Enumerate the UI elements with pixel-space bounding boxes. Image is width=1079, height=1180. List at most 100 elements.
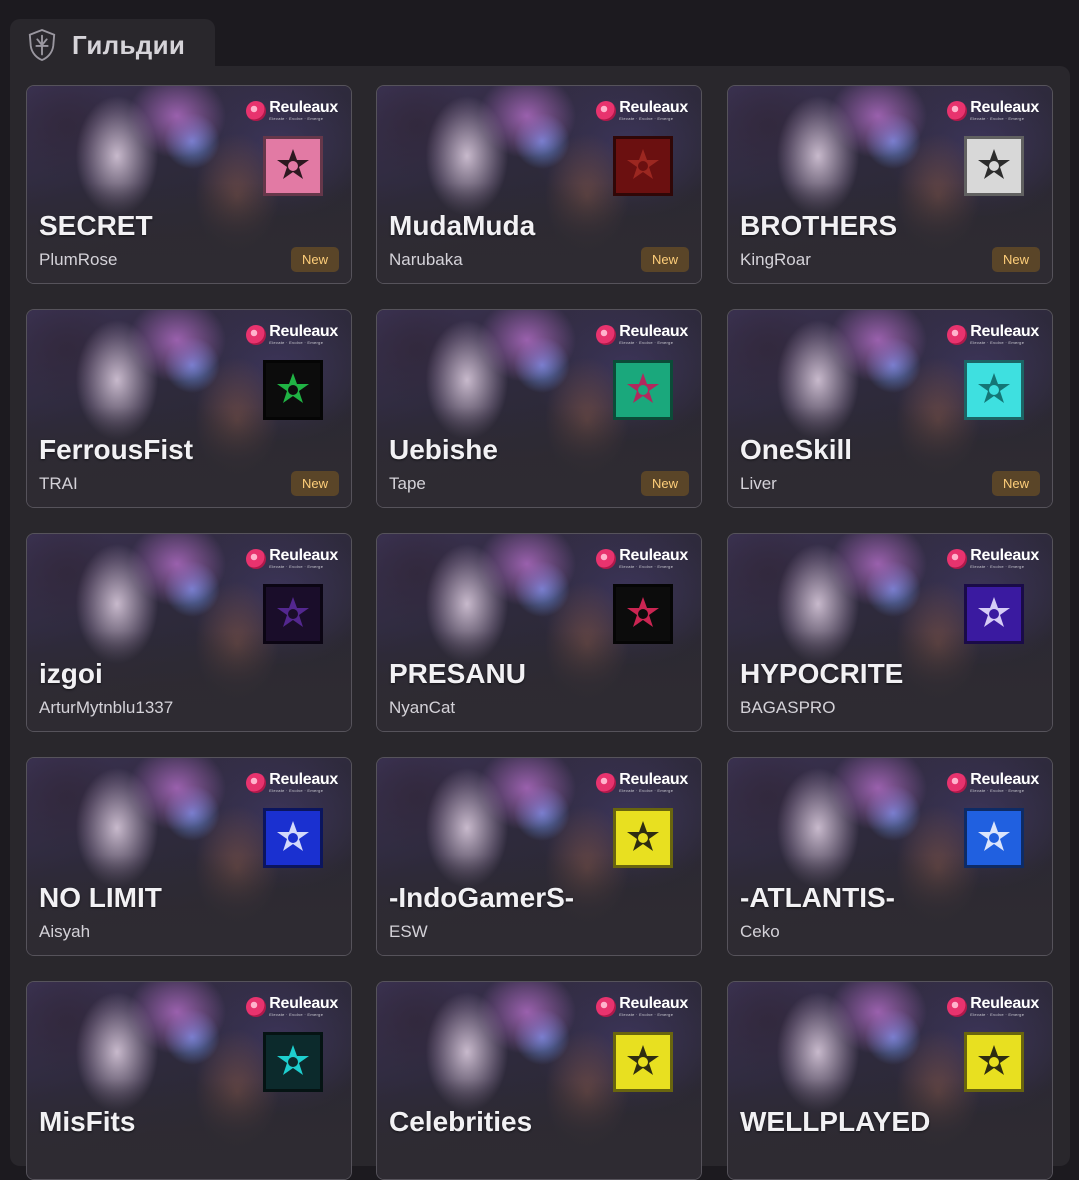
brand-logo: Reuleaux Elevate · Evolve · Emerge [596,324,688,345]
guild-name: NO LIMIT [39,882,162,913]
guild-emblem-icon [263,136,323,196]
brand-tagline: Elevate · Evolve · Emerge [970,1012,1025,1017]
guild-card[interactable]: Reuleaux Elevate · Evolve · Emerge Celeb… [376,981,702,1180]
guild-leader: PlumRose [39,250,118,269]
guild-card[interactable]: Reuleaux Elevate · Evolve · Emerge izgoi… [26,533,352,732]
brand-name: Reuleaux [269,547,338,564]
reuleaux-logo-icon [596,548,617,569]
guild-name: HYPOCRITE [740,658,904,689]
brand-logo: Reuleaux Elevate · Evolve · Emerge [596,100,688,121]
guild-name: PRESANU [389,658,526,689]
brand-logo: Reuleaux Elevate · Evolve · Emerge [246,772,338,793]
brand-tagline: Elevate · Evolve · Emerge [269,788,324,793]
brand-name: Reuleaux [970,99,1039,116]
brand-name: Reuleaux [269,995,338,1012]
guild-card[interactable]: Reuleaux Elevate · Evolve · Emerge MudaM… [376,85,702,284]
new-badge: New [291,247,339,272]
brand-logo: Reuleaux Elevate · Evolve · Emerge [596,548,688,569]
brand-tagline: Elevate · Evolve · Emerge [970,340,1025,345]
brand-tagline: Elevate · Evolve · Emerge [269,116,324,121]
reuleaux-logo-icon [947,548,968,569]
brand-name: Reuleaux [619,323,688,340]
guild-emblem-icon [263,360,323,420]
guild-card[interactable]: Reuleaux Elevate · Evolve · Emerge Ferro… [26,309,352,508]
guild-name: OneSkill [740,434,853,465]
brand-logo: Reuleaux Elevate · Evolve · Emerge [246,100,338,121]
brand-logo: Reuleaux Elevate · Evolve · Emerge [246,996,338,1017]
brand-name: Reuleaux [970,771,1039,788]
guild-leader: BAGASPRO [740,698,836,717]
reuleaux-logo-icon [246,996,267,1017]
guild-name: -ATLANTIS- [740,882,895,913]
reuleaux-logo-icon [596,996,617,1017]
brand-tagline: Elevate · Evolve · Emerge [269,564,324,569]
brand-name: Reuleaux [619,771,688,788]
brand-tagline: Elevate · Evolve · Emerge [619,788,674,793]
reuleaux-logo-icon [596,772,617,793]
guild-emblem-icon [263,1032,323,1092]
guild-leader: Liver [740,474,777,493]
guild-name: -IndoGamerS- [389,882,575,913]
guild-emblem-icon [964,584,1024,644]
guild-emblem-icon [613,360,673,420]
brand-logo: Reuleaux Elevate · Evolve · Emerge [947,996,1039,1017]
guild-card[interactable]: Reuleaux Elevate · Evolve · Emerge OneSk… [727,309,1053,508]
reuleaux-logo-icon [947,324,968,345]
guild-card[interactable]: Reuleaux Elevate · Evolve · Emerge BROTH… [727,85,1053,284]
brand-logo: Reuleaux Elevate · Evolve · Emerge [947,324,1039,345]
guild-emblem-icon [964,136,1024,196]
guild-card[interactable]: Reuleaux Elevate · Evolve · Emerge -ATLA… [727,757,1053,956]
guild-leader: ArturMytnblu1337 [39,698,174,717]
guild-emblem-icon [263,808,323,868]
brand-name: Reuleaux [970,323,1039,340]
guild-name: FerrousFist [39,434,194,465]
brand-name: Reuleaux [269,771,338,788]
brand-logo: Reuleaux Elevate · Evolve · Emerge [596,996,688,1017]
guild-card[interactable]: Reuleaux Elevate · Evolve · Emerge HYPOC… [727,533,1053,732]
guild-name: Celebrities [389,1106,533,1137]
brand-tagline: Elevate · Evolve · Emerge [619,340,674,345]
guild-leader: Narubaka [389,250,463,269]
guild-emblem-icon [613,1032,673,1092]
brand-tagline: Elevate · Evolve · Emerge [970,116,1025,121]
guild-card[interactable]: Reuleaux Elevate · Evolve · Emerge WELLP… [727,981,1053,1180]
new-badge: New [291,471,339,496]
brand-logo: Reuleaux Elevate · Evolve · Emerge [246,548,338,569]
reuleaux-logo-icon [246,548,267,569]
guild-card[interactable]: Reuleaux Elevate · Evolve · Emerge PRESA… [376,533,702,732]
guild-name: Uebishe [389,434,498,465]
guild-card[interactable]: Reuleaux Elevate · Evolve · Emerge MisFi… [26,981,352,1180]
guilds-tab[interactable]: Гильдии [10,19,215,71]
guild-emblem-icon [613,808,673,868]
guild-card[interactable]: Reuleaux Elevate · Evolve · Emerge NO LI… [26,757,352,956]
reuleaux-logo-icon [596,324,617,345]
guild-card[interactable]: Reuleaux Elevate · Evolve · Emerge SECRE… [26,85,352,284]
brand-tagline: Elevate · Evolve · Emerge [619,1012,674,1017]
guild-card[interactable]: Reuleaux Elevate · Evolve · Emerge Uebis… [376,309,702,508]
guild-emblem-icon [964,1032,1024,1092]
guild-leader: Tape [389,474,426,493]
new-badge: New [641,247,689,272]
brand-logo: Reuleaux Elevate · Evolve · Emerge [246,324,338,345]
guild-name: WELLPLAYED [740,1106,931,1137]
reuleaux-logo-icon [246,324,267,345]
guild-emblem-icon [613,136,673,196]
brand-name: Reuleaux [619,547,688,564]
reuleaux-logo-icon [246,100,267,121]
guild-emblem-icon [263,584,323,644]
new-badge: New [641,471,689,496]
brand-name: Reuleaux [970,995,1039,1012]
brand-name: Reuleaux [269,99,338,116]
brand-tagline: Elevate · Evolve · Emerge [970,564,1025,569]
guild-name: izgoi [39,658,103,689]
brand-name: Reuleaux [269,323,338,340]
brand-name: Reuleaux [619,995,688,1012]
brand-logo: Reuleaux Elevate · Evolve · Emerge [947,100,1039,121]
brand-tagline: Elevate · Evolve · Emerge [269,340,324,345]
new-badge: New [992,471,1040,496]
reuleaux-logo-icon [596,100,617,121]
brand-logo: Reuleaux Elevate · Evolve · Emerge [947,772,1039,793]
guild-leader: Ceko [740,922,780,941]
guild-card[interactable]: Reuleaux Elevate · Evolve · Emerge -Indo… [376,757,702,956]
brand-name: Reuleaux [619,99,688,116]
